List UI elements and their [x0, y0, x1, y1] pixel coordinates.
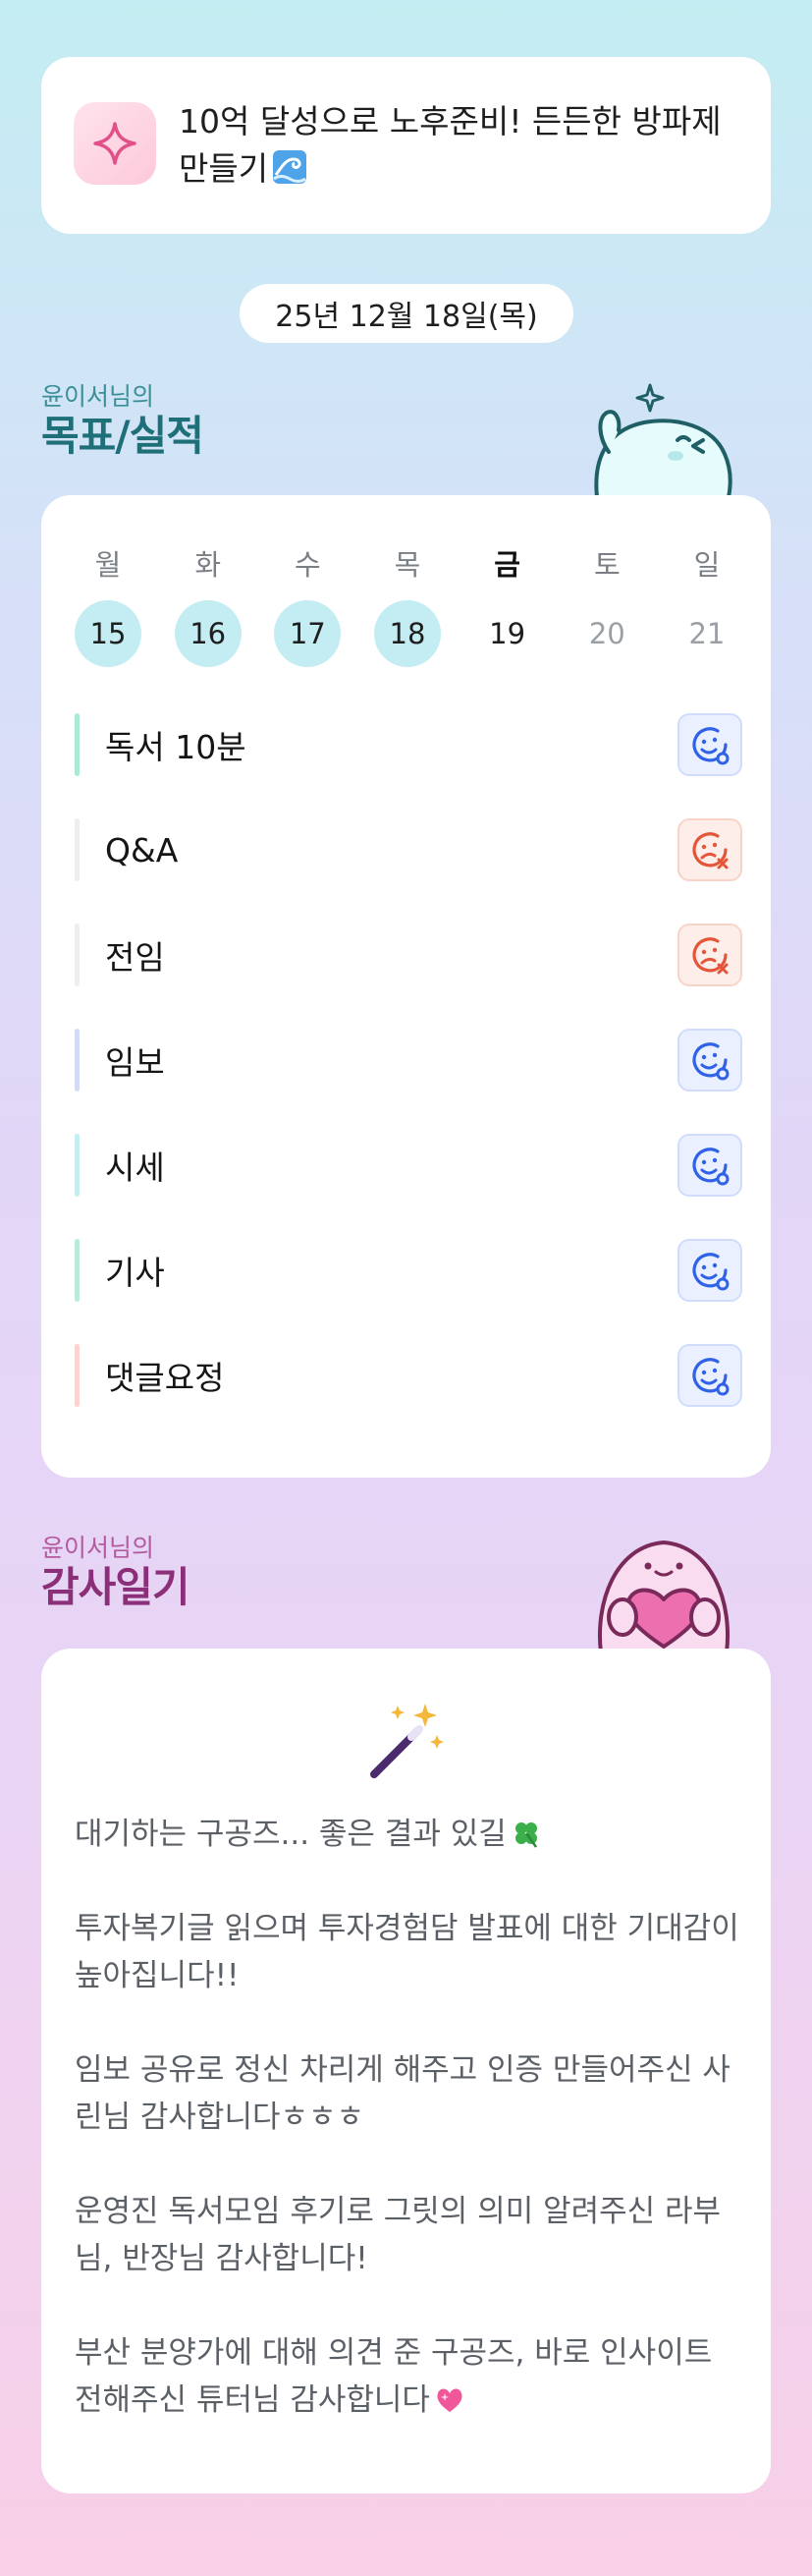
date-pill[interactable]: 25년 12월 18일(목)	[240, 284, 573, 343]
pink-mascot-heart-icon	[585, 1525, 742, 1654]
task-color-bar	[75, 1029, 80, 1092]
success-smiley-icon[interactable]	[677, 1344, 742, 1407]
gratitude-entries: 대기하는 구공즈... 좋은 결과 있길 투자복기글 읽으며 투자경험담 발표에…	[75, 1811, 742, 2471]
date-18[interactable]: 18	[373, 600, 441, 667]
weekday-sun: 일	[693, 548, 721, 582]
task-color-bar	[75, 924, 80, 986]
task-row-jeonim[interactable]: 전임	[75, 922, 742, 988]
task-label: 댓글요정	[105, 1359, 225, 1397]
task-row-sise[interactable]: 시세	[75, 1132, 742, 1199]
task-label: 기사	[105, 1254, 165, 1292]
date-row: 15 16 17 18 19 20 21	[75, 600, 740, 667]
gratitude-entry: 투자복기글 읽으며 투자경험담 발표에 대한 기대감이 높아집니다!!	[75, 1911, 739, 1993]
task-row-imbo[interactable]: 임보	[75, 1027, 742, 1093]
goal-card[interactable]: 10억 달성으로 노후준비! 든든한 방파제 만들기	[41, 57, 771, 234]
goals-section-title: 목표/실적	[41, 412, 204, 460]
gratitude-entry: 부산 분양가에 대해 의견 준 구공즈, 바로 인사이트 전해주신 튜터님 감사…	[75, 2329, 742, 2424]
weekly-goals-card: 월 화 수 목 금 토 일 15 16 17 18 19 20 21 독서 10…	[41, 495, 771, 1478]
fail-sad-face-icon[interactable]	[677, 924, 742, 986]
gratitude-section-title: 감사일기	[41, 1563, 190, 1611]
task-label: 전임	[105, 938, 165, 977]
goal-text: 10억 달성으로 노후준비! 든든한 방파제 만들기	[179, 98, 748, 193]
gratitude-entry: 대기하는 구공즈... 좋은 결과 있길	[75, 1811, 742, 1858]
task-color-bar	[75, 1344, 80, 1407]
weekday-wed: 수	[294, 548, 321, 582]
gratitude-entry-text: 부산 분양가에 대해 의견 준 구공즈, 바로 인사이트 전해주신 튜터님 감사…	[75, 2335, 713, 2418]
date-16[interactable]: 16	[174, 600, 242, 667]
task-label: Q&A	[105, 830, 179, 869]
date-17[interactable]: 17	[274, 600, 342, 667]
wave-icon	[272, 149, 307, 185]
weekday-thu: 목	[394, 548, 421, 582]
task-color-bar	[75, 1239, 80, 1302]
success-smiley-icon[interactable]	[677, 713, 742, 776]
gratitude-entry: 임보 공유로 정신 차리게 해주고 인증 만들어주신 사린님 감사합니다ㅎㅎㅎ	[75, 2052, 731, 2135]
success-smiley-icon[interactable]	[677, 1029, 742, 1092]
sparkle-icon	[74, 102, 156, 185]
weekday-mon: 월	[94, 548, 122, 582]
date-21[interactable]: 21	[674, 600, 740, 667]
weekday-row: 월 화 수 목 금 토 일	[75, 542, 740, 584]
magic-wand-icon	[360, 1696, 449, 1784]
task-row-article[interactable]: 기사	[75, 1237, 742, 1304]
task-color-bar	[75, 1134, 80, 1197]
teal-mascot-icon	[587, 369, 734, 499]
gratitude-entry-text: 대기하는 구공즈... 좋은 결과 있길	[75, 1817, 507, 1852]
task-color-bar	[75, 713, 80, 776]
task-row-comment-fairy[interactable]: 댓글요정	[75, 1342, 742, 1409]
task-row-qna[interactable]: Q&A	[75, 816, 742, 883]
four-leaf-clover-icon	[511, 1816, 542, 1848]
date-19[interactable]: 19	[474, 600, 541, 667]
task-color-bar	[75, 818, 80, 881]
task-label: 독서 10분	[105, 728, 246, 766]
date-20[interactable]: 20	[573, 600, 640, 667]
task-row-reading[interactable]: 독서 10분	[75, 711, 742, 778]
fail-sad-face-icon[interactable]	[677, 818, 742, 881]
weekday-tue: 화	[194, 548, 221, 582]
weekday-fri: 금	[494, 548, 520, 582]
weekday-sat: 토	[593, 548, 621, 582]
sparkling-heart-icon	[434, 2381, 465, 2413]
goal-text-label: 10억 달성으로 노후준비! 든든한 방파제 만들기	[179, 102, 722, 188]
task-label: 시세	[105, 1148, 165, 1187]
success-smiley-icon[interactable]	[677, 1134, 742, 1197]
gratitude-entry: 운영진 독서모임 후기로 그릿의 의미 알려주신 라부님, 반장님 감사합니다!	[75, 2194, 722, 2276]
date-15[interactable]: 15	[75, 600, 141, 667]
success-smiley-icon[interactable]	[677, 1239, 742, 1302]
task-label: 임보	[105, 1043, 165, 1082]
gratitude-diary-card: 대기하는 구공즈... 좋은 결과 있길 투자복기글 읽으며 투자경험담 발표에…	[41, 1649, 771, 2493]
